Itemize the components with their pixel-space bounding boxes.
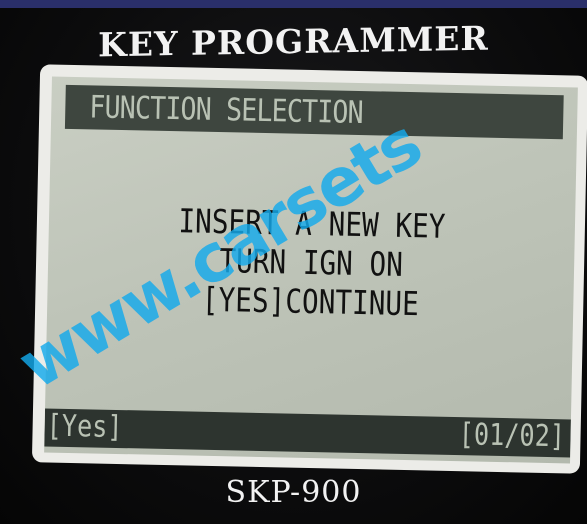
top-edge-strip xyxy=(0,0,587,8)
lcd-message: INSERT A NEW KEY TURN IGN ON [YES]CONTIN… xyxy=(47,199,575,327)
lcd-footer-bar: [Yes] [01/02] xyxy=(44,408,571,458)
lcd-message-line-3: [YES]CONTINUE xyxy=(201,279,420,324)
lcd-screen: FUNCTION SELECTION INSERT A NEW KEY TURN… xyxy=(44,76,578,464)
model-label: SKP-900 xyxy=(225,475,362,510)
yes-softkey[interactable]: [Yes] xyxy=(46,409,123,446)
page-indicator: [01/02] xyxy=(458,417,565,455)
brand-title: KEY PROGRAMMER xyxy=(98,18,489,65)
key-programmer-device: KEY PROGRAMMER FUNCTION SELECTION INSERT… xyxy=(0,0,587,524)
lcd-header-title: FUNCTION SELECTION xyxy=(88,89,364,132)
lcd-header-bar: FUNCTION SELECTION xyxy=(64,84,564,140)
